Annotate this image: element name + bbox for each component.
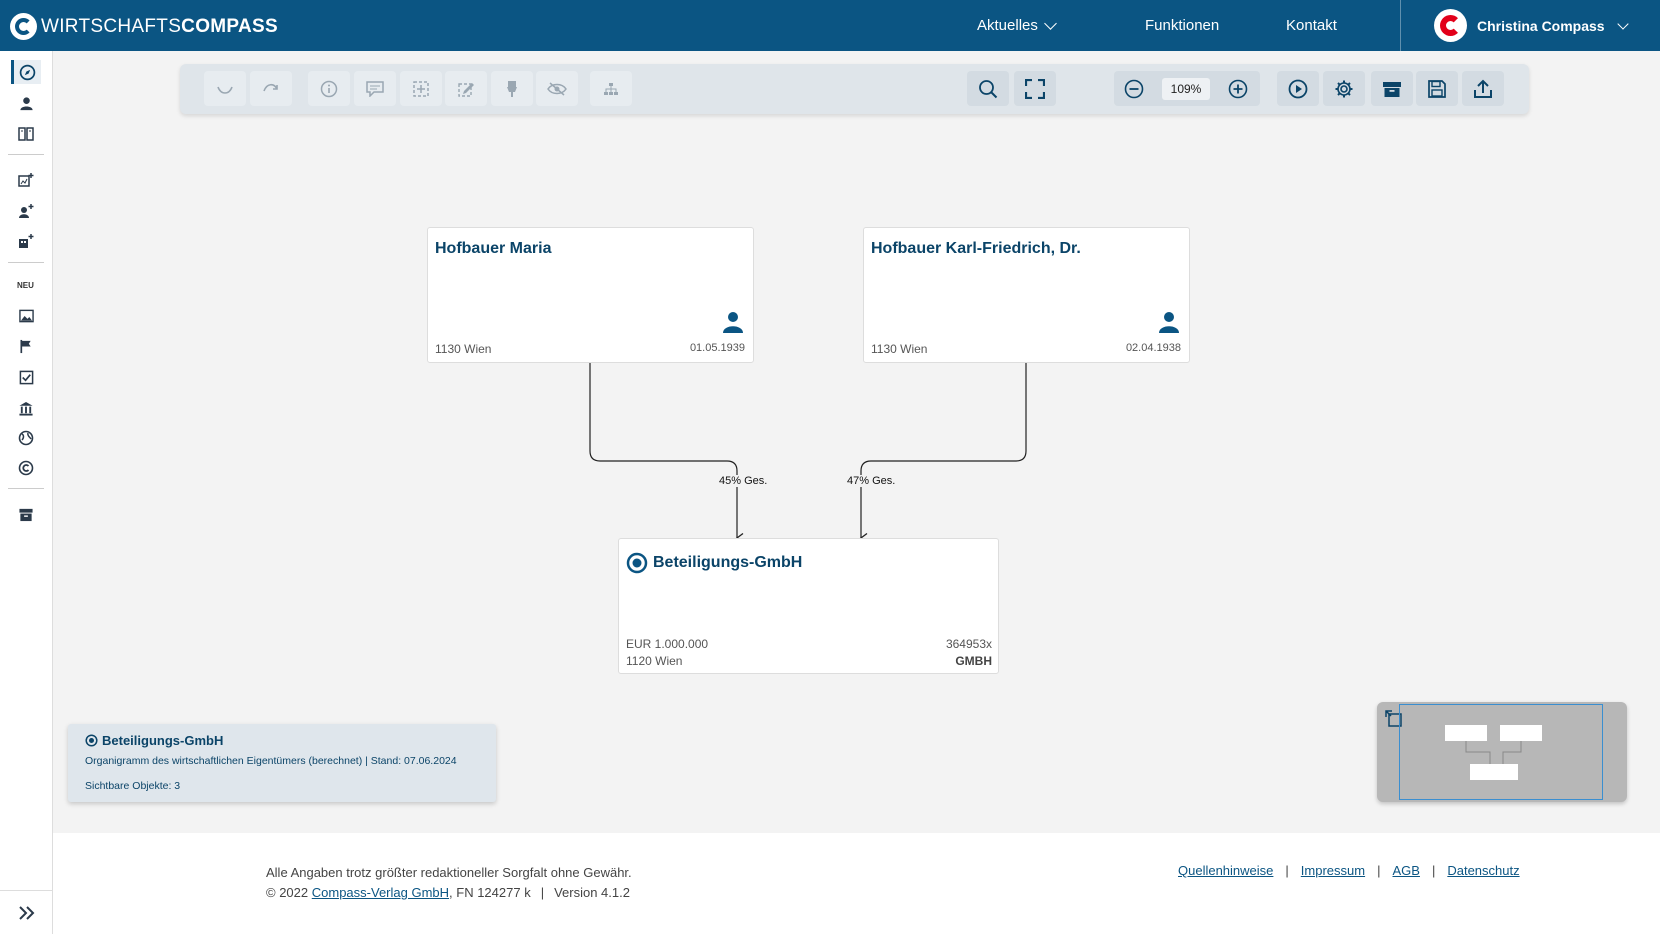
- sidebar-divider: [8, 262, 44, 263]
- person-icon: [723, 312, 743, 333]
- footer: Alle Angaben trotz größter redaktionelle…: [53, 833, 1660, 934]
- person-node-hofbauer-karl-friedrich[interactable]: Hofbauer Karl-Friedrich, Dr. 1130 Wien 0…: [863, 227, 1190, 363]
- info-title-text: Beteiligungs-GmbH: [102, 733, 224, 748]
- person-node-hofbauer-maria[interactable]: Hofbauer Maria 1130 Wien 01.05.1939: [427, 227, 754, 363]
- nav-funktionen-label: Funktionen: [1145, 17, 1220, 34]
- node-city: 1120 Wien: [626, 654, 683, 668]
- double-chevron-right-icon: [18, 905, 34, 920]
- user-menu[interactable]: Christina Compass: [1434, 9, 1629, 42]
- company-register-number: 364953x: [945, 637, 992, 651]
- target-icon: [626, 552, 648, 574]
- compass-verlag-link[interactable]: Compass-Verlag GmbH: [312, 885, 449, 900]
- node-birthdate: 01.05.1939: [689, 342, 745, 354]
- image-icon[interactable]: [14, 304, 38, 328]
- target-icon: [85, 734, 98, 747]
- ownership-edge-2[interactable]: [861, 361, 1027, 538]
- separator: |: [1377, 863, 1381, 878]
- user-divider: [1400, 0, 1401, 51]
- neu-label: NEU: [17, 281, 34, 290]
- node-city: 1130 Wien: [435, 342, 492, 356]
- compass-icon[interactable]: [11, 60, 41, 84]
- add-company-icon[interactable]: [14, 229, 38, 253]
- info-subtitle: Organigramm des wirtschaftlichen Eigentü…: [85, 755, 457, 767]
- datenschutz-link[interactable]: Datenschutz: [1447, 863, 1519, 878]
- company-node-beteiligungs-gmbh[interactable]: Beteiligungs-GmbH EUR 1.000.000 1120 Wie…: [618, 538, 999, 674]
- nav-funktionen[interactable]: Funktionen: [1145, 17, 1219, 34]
- impressum-link[interactable]: Impressum: [1301, 863, 1365, 878]
- sidebar: NEU: [0, 51, 53, 934]
- edge-label-1: 45% Ges.: [719, 475, 768, 487]
- copyright-year: © 2022: [266, 885, 309, 900]
- diagram-canvas[interactable]: 109% 45% Ges. 47% Ges. Hofbauer Maria 11…: [53, 51, 1660, 833]
- node-name: Beteiligungs-GmbH: [653, 554, 803, 571]
- compass-logo-icon: [10, 13, 37, 40]
- company-title: Beteiligungs-GmbH: [626, 552, 802, 574]
- nav-kontakt-label: Kontakt: [1286, 17, 1337, 34]
- company-legal-form: GMBH: [955, 654, 992, 668]
- copyright-icon[interactable]: [14, 456, 38, 480]
- disclaimer: Alle Angaben trotz größter redaktionelle…: [266, 865, 632, 880]
- company-capital: EUR 1.000.000: [626, 637, 709, 651]
- top-bar: WIRTSCHAFTSCOMPASS Aktuelles Funktionen …: [0, 0, 1660, 51]
- agb-link[interactable]: AGB: [1392, 863, 1419, 878]
- avatar: [1434, 9, 1467, 42]
- add-chart-icon[interactable]: [14, 168, 38, 192]
- quellenhinweise-link[interactable]: Quellenhinweise: [1178, 863, 1273, 878]
- nav-aktuelles[interactable]: Aktuelles: [977, 16, 1057, 34]
- sidebar-divider: [8, 488, 44, 489]
- globe-icon[interactable]: [14, 426, 38, 450]
- chevron-down-icon: [1616, 17, 1629, 30]
- brand-logo[interactable]: WIRTSCHAFTSCOMPASS: [10, 13, 278, 40]
- node-city: 1130 Wien: [871, 342, 928, 356]
- nav-kontakt[interactable]: Kontakt: [1286, 17, 1337, 34]
- person-icon: [1159, 312, 1179, 333]
- node-birthdate: 02.04.1938: [1125, 342, 1181, 354]
- info-title: Beteiligungs-GmbH: [85, 733, 223, 748]
- bank-icon[interactable]: [14, 396, 38, 420]
- ownership-edge-1[interactable]: [589, 361, 737, 538]
- company-fn: , FN 124277 k: [449, 885, 531, 900]
- edge-label-2: 47% Ges.: [847, 475, 896, 487]
- checkbox-icon[interactable]: [14, 365, 38, 389]
- separator: |: [1431, 863, 1436, 878]
- footer-info: Alle Angaben trotz größter redaktionelle…: [266, 863, 632, 903]
- flag-icon[interactable]: [14, 334, 38, 358]
- footer-links: Quellenhinweise | Impressum | AGB | Datenschut…: [1178, 863, 1520, 878]
- info-panel: Beteiligungs-GmbH Organigramm des wirtsc…: [68, 724, 496, 802]
- minimap-edges: [1465, 741, 1522, 764]
- add-person-icon[interactable]: [14, 199, 38, 223]
- user-name: Christina Compass: [1477, 17, 1605, 34]
- version: Version 4.1.2: [554, 885, 630, 900]
- expand-sidebar-button[interactable]: [0, 890, 53, 934]
- archive-icon[interactable]: [14, 502, 38, 526]
- node-name: Hofbauer Maria: [435, 240, 552, 257]
- nav-aktuelles-label: Aktuelles: [977, 17, 1038, 34]
- brand-name: WIRTSCHAFTSCOMPASS: [41, 15, 278, 37]
- visible-objects-count: Sichtbare Objekte: 3: [85, 780, 181, 792]
- separator: |: [540, 885, 545, 900]
- minimap[interactable]: [1377, 702, 1627, 802]
- chevron-down-icon: [1044, 16, 1057, 30]
- person-icon[interactable]: [14, 91, 38, 115]
- book-icon[interactable]: [14, 122, 38, 146]
- node-name: Hofbauer Karl-Friedrich, Dr.: [871, 240, 1081, 257]
- copyright-line: © 2022 Compass-Verlag GmbH, FN 124277 k |…: [266, 883, 632, 903]
- sidebar-divider: [8, 154, 44, 155]
- separator: |: [1285, 863, 1289, 878]
